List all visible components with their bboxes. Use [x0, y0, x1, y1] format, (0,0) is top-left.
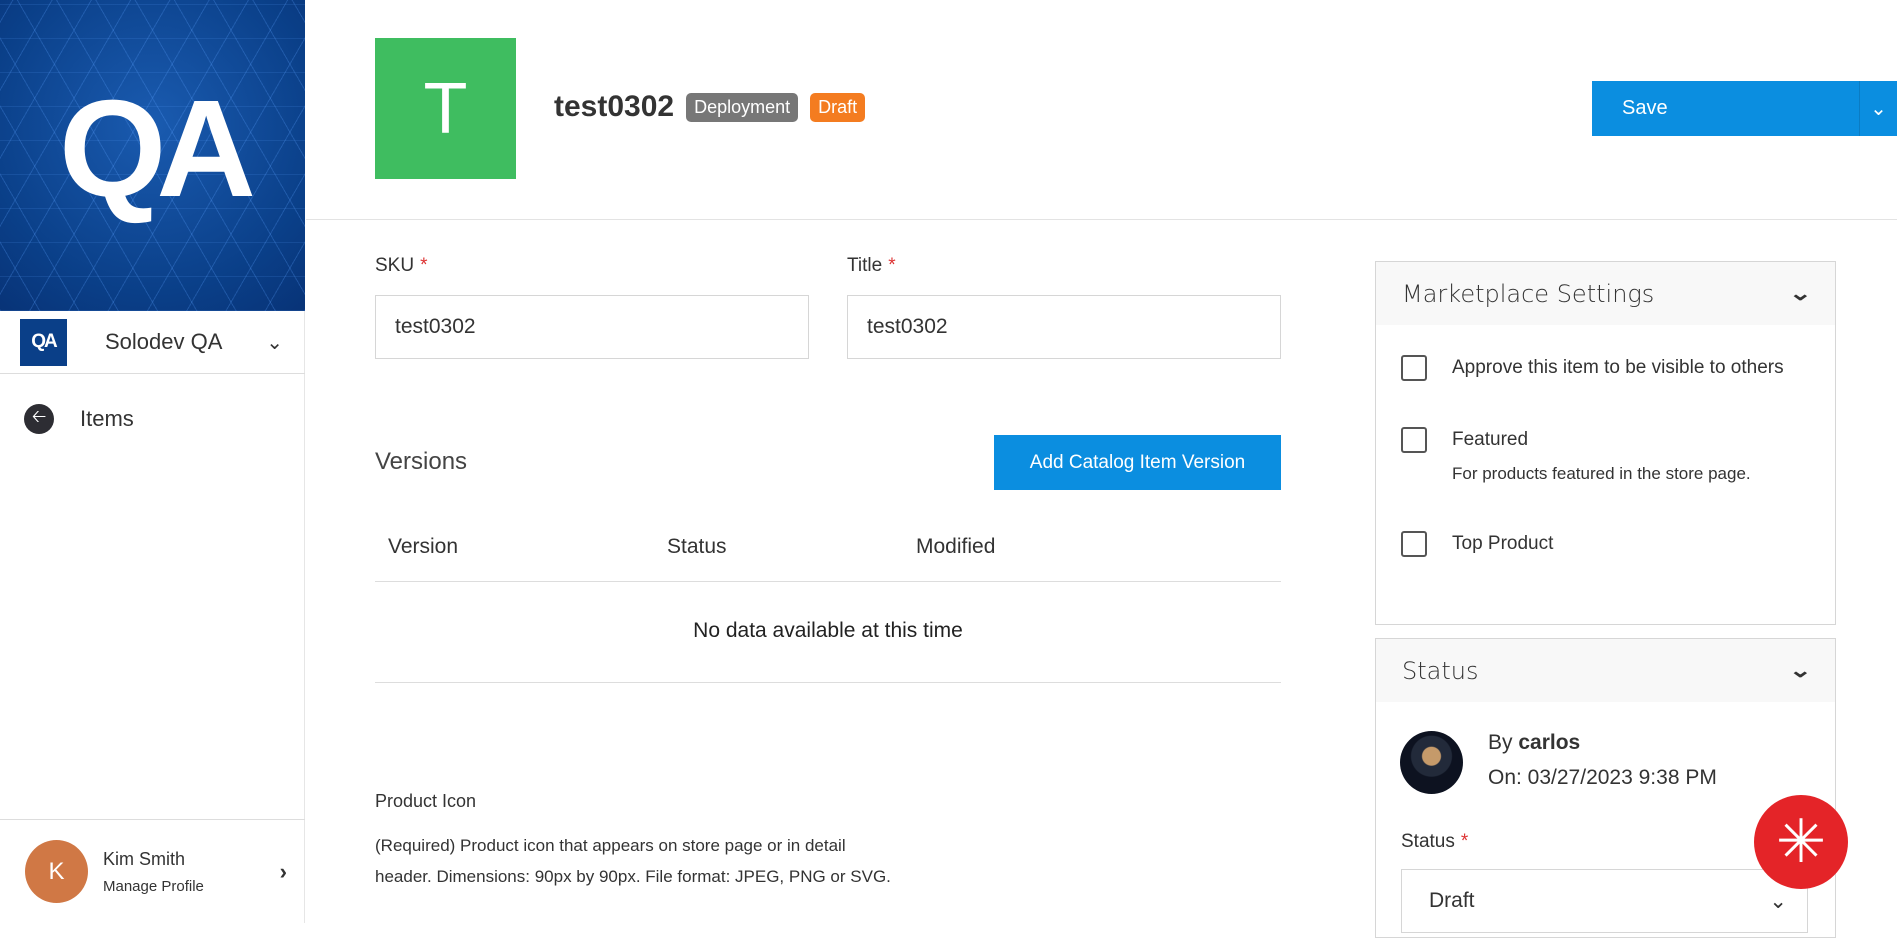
chevron-right-icon: ›	[279, 858, 287, 884]
versions-heading: Versions	[375, 448, 468, 475]
avatar: K	[25, 840, 88, 903]
top-product-label: Top Product	[1452, 533, 1554, 554]
sidebar: QA QA Solodev QA ⌄ 🡠 Items K Kim Smith Ma…	[0, 0, 305, 923]
column-header-version[interactable]: Version	[388, 535, 458, 559]
save-label: Save	[1622, 97, 1668, 119]
panel-title: Status	[1402, 656, 1479, 685]
status-header[interactable]: Status ⌄	[1376, 639, 1835, 702]
by-user: carlos	[1518, 731, 1581, 754]
help-widget-icon[interactable]: ✳	[1754, 795, 1848, 889]
marketplace-settings-header[interactable]: Marketplace Settings ⌄	[1376, 262, 1835, 325]
by-prefix: By	[1488, 731, 1513, 754]
org-name: Solodev QA	[105, 329, 223, 354]
chevron-down-icon: ⌄	[1769, 889, 1787, 913]
modified-on: On: 03/27/2023 9:38 PM	[1488, 766, 1717, 789]
featured-checkbox[interactable]	[1401, 427, 1427, 453]
status-badge: Draft	[810, 92, 866, 122]
divider	[375, 581, 1281, 582]
status-panel: Status ⌄ By carlos On: 03/27/2023 9:38 PM…	[1375, 638, 1836, 938]
org-banner: QA	[0, 0, 305, 311]
product-icon-label: Product Icon	[375, 791, 477, 811]
arrow-left-icon: 🡠	[24, 404, 54, 434]
org-logo: QA	[20, 318, 67, 366]
type-badge: Deployment	[686, 92, 799, 122]
top-product-checkbox-row: Top Product	[1401, 531, 1553, 557]
item-icon-tile: T	[375, 38, 516, 179]
user-name: Kim Smith	[103, 848, 186, 869]
featured-checkbox-row: Featured For products featured in the sto…	[1401, 427, 1751, 487]
status-label: Status *	[1401, 831, 1469, 852]
user-avatar	[1400, 731, 1463, 794]
panel-title: Marketplace Settings	[1402, 279, 1655, 308]
manage-profile-label: Manage Profile	[103, 877, 204, 895]
profile-link[interactable]: K Kim Smith Manage Profile ›	[0, 819, 305, 923]
save-button[interactable]: Save ⌄	[1592, 81, 1897, 136]
status-value: Draft	[1429, 889, 1475, 912]
approve-checkbox-row: Approve this item to be visible to other…	[1401, 355, 1784, 381]
chevron-down-icon: ⌄	[1788, 283, 1813, 305]
column-header-status[interactable]: Status	[667, 535, 727, 559]
approve-checkbox[interactable]	[1401, 355, 1427, 381]
featured-label: Featured	[1452, 429, 1529, 450]
empty-table-message: No data available at this time	[693, 619, 963, 642]
qa-logo: QA	[59, 72, 256, 226]
column-header-modified[interactable]: Modified	[916, 535, 995, 559]
chevron-down-icon: ⌄	[266, 331, 283, 354]
product-icon-description: (Required) Product icon that appears on …	[375, 836, 891, 886]
chevron-down-icon: ⌄	[1788, 660, 1813, 682]
title-label: Title *	[847, 255, 896, 276]
featured-help: For products featured in the store page.	[1452, 464, 1751, 483]
top-product-checkbox[interactable]	[1401, 531, 1427, 557]
marketplace-settings-panel: Marketplace Settings ⌄ Approve this item …	[1375, 261, 1836, 625]
add-catalog-item-version-button[interactable]: Add Catalog Item Version	[994, 435, 1281, 490]
save-options-chevron-icon[interactable]: ⌄	[1859, 81, 1897, 136]
org-selector[interactable]: QA Solodev QA ⌄	[0, 311, 305, 374]
back-label: Items	[80, 406, 134, 431]
approve-label: Approve this item to be visible to other…	[1452, 357, 1784, 378]
back-to-items-link[interactable]: 🡠 Items	[24, 404, 134, 434]
status-select[interactable]: Draft ⌄	[1401, 869, 1808, 933]
title-input[interactable]: test0302	[847, 295, 1281, 359]
divider	[375, 682, 1281, 683]
sku-label: SKU *	[375, 255, 428, 276]
sku-input[interactable]: test0302	[375, 295, 809, 359]
page-title: test0302	[554, 90, 675, 123]
